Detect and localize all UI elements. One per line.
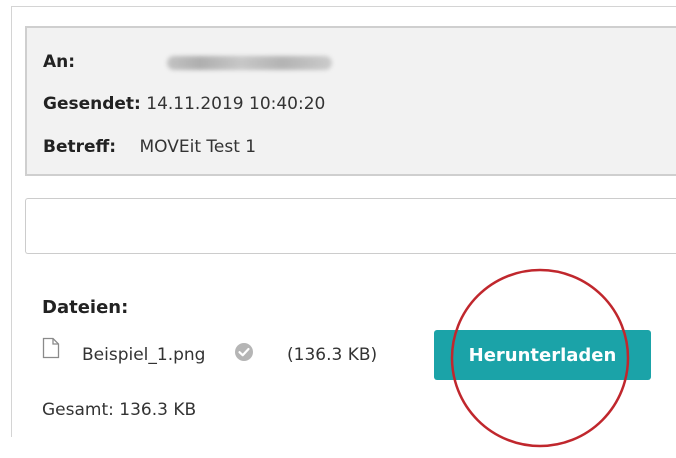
file-size: (136.3 KB) — [287, 345, 378, 365]
sent-label: Gesendet: — [43, 94, 141, 114]
subject-row: Betreff: MOVEit Test 1 — [43, 137, 256, 157]
sent-row: Gesendet: 14.11.2019 10:40:20 — [43, 94, 325, 114]
file-icon — [42, 337, 60, 359]
file-name[interactable]: Beispiel_1.png — [82, 345, 205, 365]
recipient-row: An: — [43, 52, 75, 72]
download-button[interactable]: Herunterladen — [434, 330, 651, 380]
subject-value: MOVEit Test 1 — [139, 137, 257, 157]
files-heading: Dateien: — [42, 297, 129, 318]
recipient-email-redacted — [167, 56, 332, 70]
subject-label: Betreff: — [43, 137, 117, 157]
sent-value: 14.11.2019 10:40:20 — [146, 94, 326, 114]
verified-check-icon — [235, 343, 253, 361]
email-header: An: Gesendet: 14.11.2019 10:40:20 Betref… — [25, 26, 676, 176]
recipient-label: An: — [43, 52, 76, 72]
message-body — [25, 198, 676, 254]
total-size: Gesamt: 136.3 KB — [42, 400, 197, 420]
